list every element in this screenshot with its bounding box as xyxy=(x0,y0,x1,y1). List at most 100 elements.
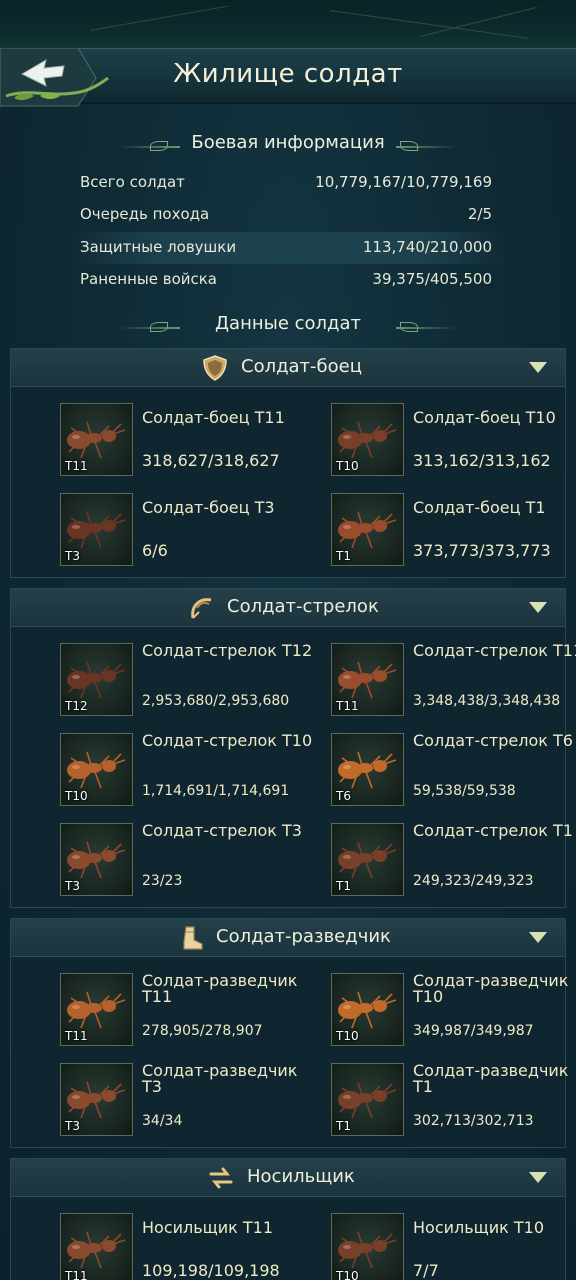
battle-info-heading: Боевая информация xyxy=(0,132,576,160)
unit-card[interactable]: T10 Солдат-боец T10 313,162/313,162 xyxy=(331,403,576,477)
unit-tier-badge: T10 xyxy=(336,1029,359,1043)
chevron-down-icon[interactable] xyxy=(529,362,547,373)
unit-card[interactable]: T1 Солдат-стрелок T1 249,323/249,323 xyxy=(331,823,576,897)
unit-count: 6/6 xyxy=(142,541,168,560)
unit-thumbnail: T11 xyxy=(60,1213,133,1280)
unit-thumbnail: T1 xyxy=(331,493,404,566)
unit-count: 373,773/373,773 xyxy=(413,541,551,560)
category-panel: Солдат-боец T11 Солдат-боец T11 318,627/318… xyxy=(10,348,566,578)
chevron-down-icon[interactable] xyxy=(529,602,547,613)
unit-tier-badge: T11 xyxy=(65,1269,88,1280)
unit-thumbnail: T10 xyxy=(331,403,404,476)
unit-tier-badge: T6 xyxy=(336,789,351,803)
category-header[interactable]: Солдат-стрелок xyxy=(11,589,565,627)
unit-card[interactable]: T10 Носильщик T10 7/7 xyxy=(331,1213,576,1280)
unit-card[interactable]: T11 Солдат-разведчик T11 278,905/278,907 xyxy=(60,973,320,1047)
unit-count: 302,713/302,713 xyxy=(413,1113,534,1129)
battle-info-label: Очередь похода xyxy=(80,205,210,223)
battle-info-label: Защитные ловушки xyxy=(80,238,237,256)
unit-thumbnail: T12 xyxy=(60,643,133,716)
unit-count: 1,714,691/1,714,691 xyxy=(142,783,290,799)
category-panel: Солдат-разведчик T11 Солдат-разведчик T11 2… xyxy=(10,918,568,1148)
unit-card[interactable]: T3 Солдат-стрелок T3 23/23 xyxy=(60,823,320,897)
chevron-down-icon[interactable] xyxy=(529,932,547,943)
unit-count: 318,627/318,627 xyxy=(142,451,280,470)
bow-icon xyxy=(187,594,215,622)
category-header[interactable]: Солдат-разведчик xyxy=(11,919,565,957)
category-title: Солдат-стрелок xyxy=(227,596,379,617)
unit-card[interactable]: T6 Солдат-стрелок T6 59,538/59,538 xyxy=(331,733,576,807)
unit-thumbnail: T1 xyxy=(331,823,404,896)
chevron-down-icon[interactable] xyxy=(529,1172,547,1183)
unit-name: Солдат-разведчик T3 xyxy=(142,1061,298,1096)
battle-info-row: Очередь похода 2/5 xyxy=(68,199,510,231)
unit-name: Солдат-боец T10 xyxy=(413,408,556,427)
shield-icon xyxy=(201,354,229,382)
category-title: Солдат-боец xyxy=(241,356,362,377)
unit-count: 3,348,438/3,348,438 xyxy=(413,693,561,709)
unit-name: Солдат-стрелок T6 xyxy=(413,731,573,750)
back-arrow-icon xyxy=(0,48,109,107)
unit-thumbnail: T11 xyxy=(60,973,133,1046)
battle-info-value: 2/5 xyxy=(467,205,492,223)
unit-count: 2,953,680/2,953,680 xyxy=(142,693,290,709)
unit-name: Солдат-стрелок T11 xyxy=(413,641,576,660)
unit-tier-badge: T1 xyxy=(336,549,351,563)
unit-count: 109,198/109,198 xyxy=(142,1261,280,1280)
unit-name: Солдат-разведчик T11 xyxy=(142,971,298,1006)
battle-info-label: Всего солдат xyxy=(80,173,185,191)
category-header[interactable]: Солдат-боец xyxy=(11,349,565,387)
unit-tier-badge: T3 xyxy=(65,879,80,893)
unit-count: 278,905/278,907 xyxy=(142,1023,263,1039)
transfer-arrows-icon xyxy=(207,1164,235,1192)
unit-name: Солдат-стрелок T1 xyxy=(413,821,573,840)
soldier-data-title: Данные солдат xyxy=(214,313,361,334)
unit-name: Солдат-боец T3 xyxy=(142,498,275,517)
unit-thumbnail: T3 xyxy=(60,1063,133,1136)
unit-name: Солдат-боец T11 xyxy=(142,408,285,427)
battle-info-value: 10,779,167/10,779,169 xyxy=(315,173,492,191)
unit-tier-badge: T11 xyxy=(65,459,88,473)
unit-count: 313,162/313,162 xyxy=(413,451,551,470)
category-header[interactable]: Носильщик xyxy=(11,1159,565,1197)
unit-tier-badge: T3 xyxy=(65,549,80,563)
unit-name: Солдат-стрелок T3 xyxy=(142,821,302,840)
unit-tier-badge: T11 xyxy=(336,699,359,713)
unit-thumbnail: T11 xyxy=(60,403,133,476)
unit-tier-badge: T10 xyxy=(336,1269,359,1280)
unit-count: 34/34 xyxy=(142,1113,183,1129)
unit-count: 7/7 xyxy=(413,1261,439,1280)
unit-count: 23/23 xyxy=(142,873,183,889)
unit-card[interactable]: T3 Солдат-боец T3 6/6 xyxy=(60,493,320,567)
unit-name: Солдат-стрелок T10 xyxy=(142,731,313,750)
unit-card[interactable]: T10 Солдат-стрелок T10 1,714,691/1,714,691 xyxy=(60,733,320,807)
category-title: Носильщик xyxy=(247,1166,355,1187)
battle-info-title: Боевая информация xyxy=(191,132,385,153)
unit-thumbnail: T11 xyxy=(331,643,404,716)
unit-card[interactable]: T1 Солдат-боец T1 373,773/373,773 xyxy=(331,493,576,567)
unit-card[interactable]: T3 Солдат-разведчик T3 34/34 xyxy=(60,1063,320,1137)
unit-name: Солдат-разведчик T10 xyxy=(413,971,569,1006)
battle-info-row: Всего солдат 10,779,167/10,779,169 xyxy=(68,167,510,199)
unit-card[interactable]: T11 Носильщик T11 109,198/109,198 xyxy=(60,1213,320,1280)
unit-count: 349,987/349,987 xyxy=(413,1023,534,1039)
unit-card[interactable]: T11 Солдат-стрелок T11 3,348,438/3,348,438 xyxy=(331,643,576,717)
unit-card[interactable]: T1 Солдат-разведчик T1 302,713/302,713 xyxy=(331,1063,576,1137)
unit-card[interactable]: T11 Солдат-боец T11 318,627/318,627 xyxy=(60,403,320,477)
battle-info-row: Защитные ловушки 113,740/210,000 xyxy=(68,232,510,264)
unit-card[interactable]: T10 Солдат-разведчик T10 349,987/349,987 xyxy=(331,973,576,1047)
unit-thumbnail: T10 xyxy=(60,733,133,806)
unit-tier-badge: T1 xyxy=(336,879,351,893)
unit-thumbnail: T10 xyxy=(331,1213,404,1280)
unit-thumbnail: T1 xyxy=(331,1063,404,1136)
unit-tier-badge: T10 xyxy=(65,789,88,803)
unit-tier-badge: T12 xyxy=(65,699,88,713)
unit-card[interactable]: T12 Солдат-стрелок T12 2,953,680/2,953,680 xyxy=(60,643,320,717)
back-button[interactable] xyxy=(0,48,110,110)
soldier-data-heading: Данные солдат xyxy=(0,313,576,341)
unit-thumbnail: T10 xyxy=(331,973,404,1046)
unit-name: Носильщик T11 xyxy=(142,1218,274,1237)
boot-icon xyxy=(177,924,205,952)
unit-thumbnail: T6 xyxy=(331,733,404,806)
battle-info-label: Раненные войска xyxy=(80,270,217,288)
